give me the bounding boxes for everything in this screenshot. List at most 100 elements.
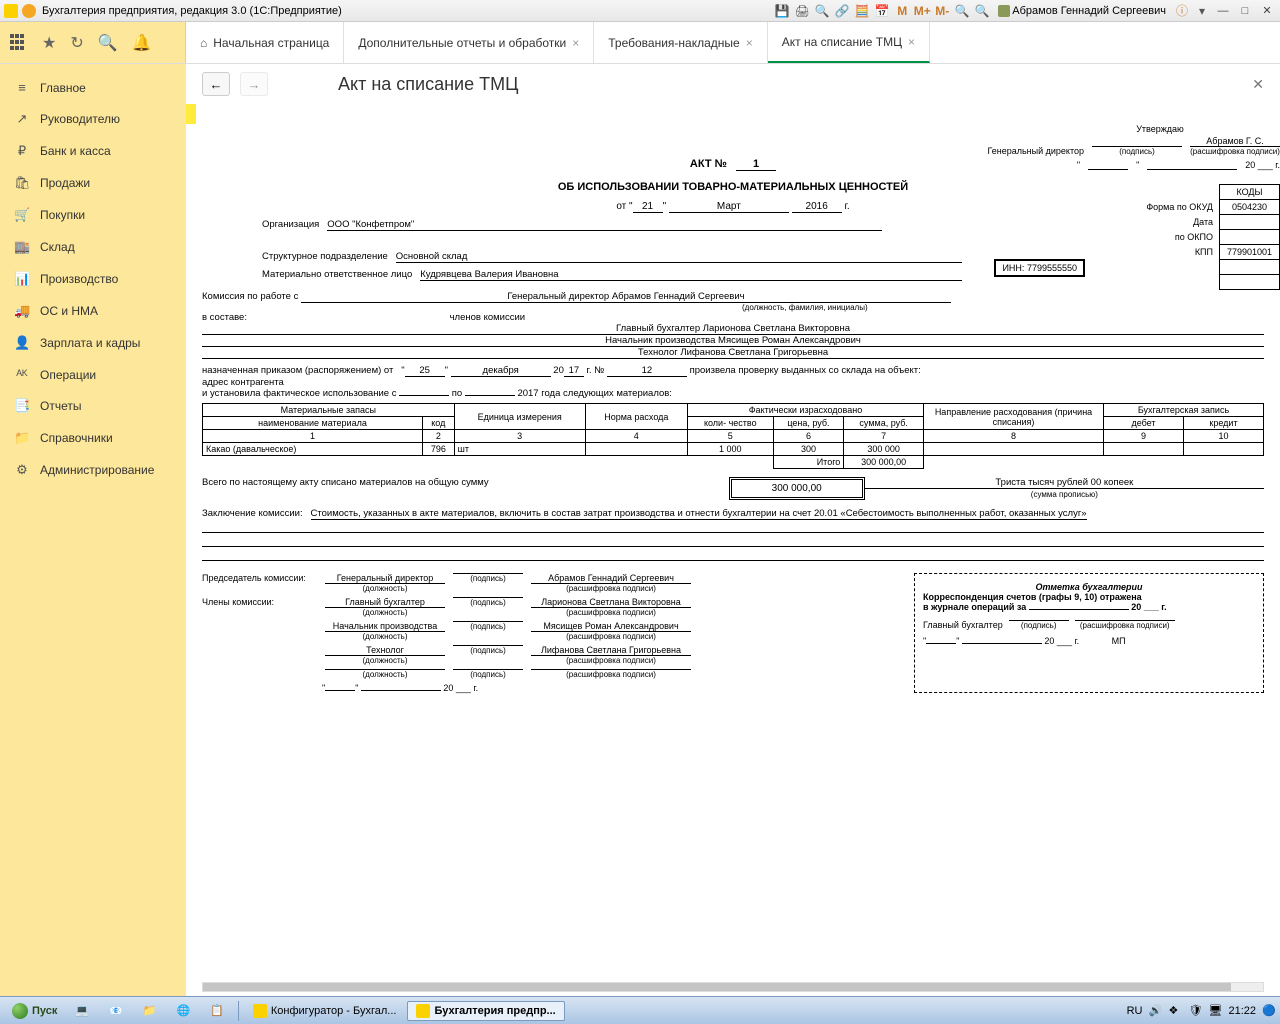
sidebar-icon: 🏬 <box>14 239 30 255</box>
sidebar-icon: 🛍 <box>14 175 30 191</box>
sidebar-item-12[interactable]: ⚙Администрирование <box>0 454 186 486</box>
sidebar-item-7[interactable]: 🚚ОС и НМА <box>0 295 186 327</box>
sidebar-icon: 📁 <box>14 430 30 446</box>
quick-launch-2[interactable]: 📧 <box>100 1001 132 1020</box>
total-words: Триста тысяч рублей 00 копеек <box>865 477 1264 489</box>
tray-icon-2[interactable]: ❖ <box>1168 1004 1182 1018</box>
sidebar-item-label: Продажи <box>40 176 90 190</box>
print-icon[interactable]: 🖨 <box>794 3 810 19</box>
sidebar-item-label: ОС и НМА <box>40 304 98 318</box>
signature-row: (должность)(подпись)(расшифровка подписи… <box>202 669 894 679</box>
sidebar-item-label: Банк и касса <box>40 144 111 158</box>
org-value: ООО "Конфетпром" <box>327 219 882 231</box>
user-icon <box>998 5 1010 17</box>
materials-table: Материальные запасы Единица измерения Но… <box>202 403 1264 469</box>
quick-launch-3[interactable]: 📁 <box>134 1001 166 1020</box>
quick-launch-4[interactable]: 🌐 <box>167 1001 199 1020</box>
doc-date-row: от "21" Март 2016 г. <box>202 201 1264 213</box>
member-1: Главный бухгалтер Ларионова Светлана Вик… <box>202 323 1264 335</box>
tab-0[interactable]: ⌂Начальная страница <box>186 22 344 63</box>
sidebar-icon: ₽ <box>14 143 30 159</box>
sidebar-item-1[interactable]: ↗Руководителю <box>0 103 186 135</box>
conclusion-text: Стоимость, указанных в акте материалов, … <box>311 508 1087 520</box>
tab-3[interactable]: Акт на списание ТМЦ × <box>768 22 930 63</box>
sidebar-item-4[interactable]: 🛒 Покупки <box>0 199 186 231</box>
act-label: АКТ № <box>690 158 727 170</box>
approve-decoding: Абрамов Г. С. <box>1190 136 1280 147</box>
user-name: Абрамов Геннадий Сергеевич <box>1012 5 1166 17</box>
sidebar-icon: ≡ <box>14 80 30 95</box>
tab-label: Требования-накладные <box>608 36 739 50</box>
sidebar-item-5[interactable]: 🏬Склад <box>0 231 186 263</box>
document-body: Утверждаю Генеральный директор (подпись)… <box>186 124 1280 982</box>
close-page-icon[interactable]: ✕ <box>1252 76 1264 93</box>
app-icon-1c <box>4 4 18 18</box>
responsible-value: Кудрявцева Валерия Ивановна <box>420 269 962 281</box>
tab-1[interactable]: Дополнительные отчеты и обработки× <box>344 22 594 63</box>
sidebar-item-11[interactable]: 📁Справочники <box>0 422 186 454</box>
close-button[interactable]: ✕ <box>1258 3 1276 19</box>
sidebar-item-0[interactable]: ≡ Главное <box>0 72 186 103</box>
quick-launch-1[interactable]: 💻 <box>66 1001 98 1020</box>
approve-dec-hint: (расшифровка подписи) <box>1190 147 1280 156</box>
calculator-icon[interactable]: 🧮 <box>854 3 870 19</box>
start-orb-icon <box>12 1003 28 1019</box>
codes-box: КОДЫ Форма по ОКУД0504230 Дата по ОКПО К… <box>1140 184 1280 290</box>
apps-icon[interactable] <box>10 34 28 52</box>
sidebar-icon: ↗ <box>14 111 30 127</box>
taskbar-lang[interactable]: RU <box>1127 1005 1143 1017</box>
dropdown-icon[interactable]: ▾ <box>1194 3 1210 19</box>
sidebar-item-3[interactable]: 🛍 Продажи <box>0 167 186 199</box>
back-button[interactable]: ← <box>202 72 230 96</box>
minimize-button[interactable]: — <box>1214 3 1232 19</box>
tab-2[interactable]: Требования-накладные × <box>594 22 767 63</box>
zoom-out-icon[interactable]: 🔍 <box>974 3 990 19</box>
content-area: ← → Акт на списание ТМЦ ✕ Утверждаю Гене… <box>186 64 1280 996</box>
signature-row: Члены комиссии:Главный бухгалтер(должнос… <box>202 597 894 617</box>
history-icon[interactable]: ↻ <box>70 33 83 53</box>
approve-role: Генеральный директор <box>987 146 1084 156</box>
zoom-in-icon[interactable]: 🔍 <box>954 3 970 19</box>
calendar-icon[interactable]: 📅 <box>874 3 890 19</box>
link-icon[interactable]: 🔗 <box>834 3 850 19</box>
tray-icon-1[interactable]: 🔊 <box>1148 1004 1162 1018</box>
members-label: в составе: <box>202 312 247 323</box>
start-button[interactable]: Пуск <box>4 1001 65 1021</box>
approve-month <box>1147 169 1237 170</box>
sidebar-icon: 🛒 <box>14 207 30 223</box>
m-minus-icon[interactable]: M- <box>934 3 950 19</box>
sidebar-item-label: Главное <box>40 81 86 95</box>
sidebar-item-9[interactable]: ᴬᴷОперации <box>0 359 186 390</box>
m-icon[interactable]: M <box>894 3 910 19</box>
search-icon[interactable]: 🔍 <box>98 33 118 53</box>
star-icon[interactable]: ★ <box>42 33 56 53</box>
sidebar-icon: ᴬᴷ <box>14 367 30 382</box>
tray-icon-5[interactable]: 🔵 <box>1262 1004 1276 1018</box>
sidebar-item-6[interactable]: 📊Производство <box>0 263 186 295</box>
sidebar-item-2[interactable]: ₽ Банк и касса <box>0 135 186 167</box>
taskbar-app-0[interactable]: Конфигуратор - Бухгал... <box>244 1001 406 1021</box>
tab-close-icon[interactable]: × <box>572 36 579 50</box>
tab-close-icon[interactable]: × <box>908 35 915 49</box>
bell-icon[interactable]: 🔔 <box>132 33 152 53</box>
horizontal-scrollbar[interactable] <box>202 982 1264 992</box>
sidebar-item-10[interactable]: 📑Отчеты <box>0 390 186 422</box>
preview-icon[interactable]: 🔍 <box>814 3 830 19</box>
taskbar-app-1[interactable]: Бухгалтерия предпр... <box>407 1001 564 1021</box>
info-icon[interactable]: ⓘ <box>1174 3 1190 19</box>
tab-label: Акт на списание ТМЦ <box>782 35 902 49</box>
sidebar-item-label: Покупки <box>40 208 85 222</box>
quick-launch-5[interactable]: 📋 <box>201 1001 233 1020</box>
yellow-marker-icon <box>186 104 196 124</box>
sidebar-icon: ⚙ <box>14 462 30 478</box>
tab-close-icon[interactable]: × <box>746 36 753 50</box>
taskbar-clock[interactable]: 21:22 <box>1228 1005 1256 1017</box>
tray-icon-4[interactable]: 🖥 <box>1208 1004 1222 1018</box>
sidebar-item-8[interactable]: 👤Зарплата и кадры <box>0 327 186 359</box>
maximize-button[interactable]: □ <box>1236 3 1254 19</box>
m-plus-icon[interactable]: M+ <box>914 3 930 19</box>
save-icon[interactable]: 💾 <box>774 3 790 19</box>
tray-icon-3[interactable]: 🛡 <box>1188 1004 1202 1018</box>
sidebar: ≡ Главное ↗Руководителю ₽ Банк и касса 🛍 Прода… <box>0 64 186 996</box>
forward-button[interactable]: → <box>240 72 268 96</box>
